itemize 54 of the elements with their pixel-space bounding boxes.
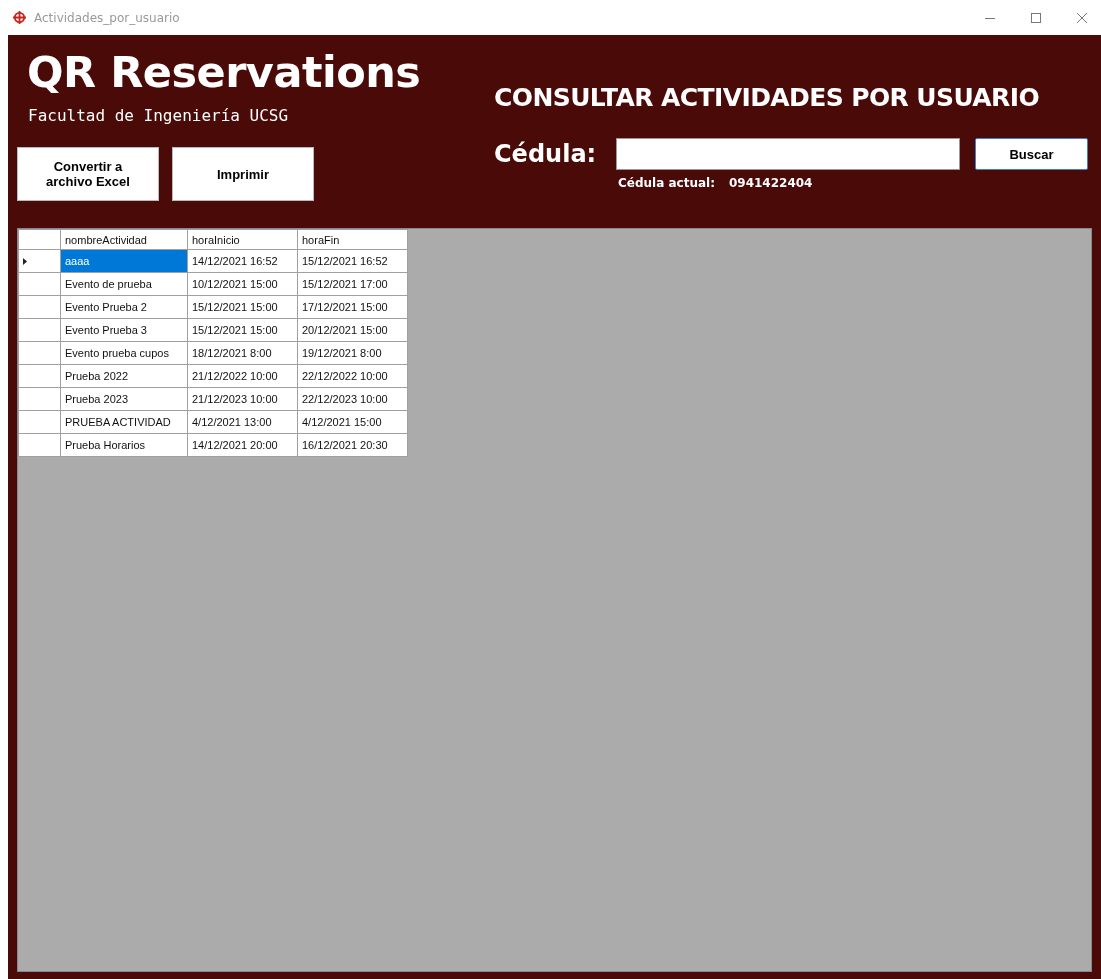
row-header[interactable]: [18, 249, 61, 273]
search-button[interactable]: Buscar: [975, 138, 1088, 170]
table-cell[interactable]: 14/12/2021 20:00: [187, 433, 298, 457]
column-header[interactable]: horaInicio: [187, 229, 298, 250]
table-cell[interactable]: 14/12/2021 16:52: [187, 249, 298, 273]
row-header[interactable]: [18, 433, 61, 457]
column-header[interactable]: horaFin: [297, 229, 408, 250]
table-cell[interactable]: 21/12/2023 10:00: [187, 387, 298, 411]
table-cell[interactable]: 16/12/2021 20:30: [297, 433, 408, 457]
table-cell[interactable]: Evento Prueba 2: [60, 295, 188, 319]
table-cell[interactable]: 18/12/2021 8:00: [187, 341, 298, 365]
table-cell[interactable]: 17/12/2021 15:00: [297, 295, 408, 319]
column-header[interactable]: nombreActividad: [60, 229, 188, 250]
table-cell[interactable]: 15/12/2021 15:00: [187, 318, 298, 342]
table-cell[interactable]: 20/12/2021 15:00: [297, 318, 408, 342]
app-icon: [13, 11, 26, 24]
current-row-icon: [23, 258, 27, 265]
row-header[interactable]: [18, 410, 61, 434]
table-cell[interactable]: Evento de prueba: [60, 272, 188, 296]
table-cell[interactable]: Evento Prueba 3: [60, 318, 188, 342]
table-cell[interactable]: Prueba 2022: [60, 364, 188, 388]
table-cell[interactable]: Prueba 2023: [60, 387, 188, 411]
table-cell[interactable]: 22/12/2022 10:00: [297, 364, 408, 388]
table-cell[interactable]: 4/12/2021 13:00: [187, 410, 298, 434]
close-icon[interactable]: [1077, 12, 1087, 23]
table-cell[interactable]: 15/12/2021 15:00: [187, 295, 298, 319]
subtitle: Facultad de Ingeniería UCSG: [28, 106, 290, 125]
table-cell[interactable]: 19/12/2021 8:00: [297, 341, 408, 365]
action-button[interactable]: Convertir a archivo Excel: [17, 147, 159, 201]
maximize-icon[interactable]: [1031, 12, 1041, 23]
table-cell[interactable]: PRUEBA ACTIVIDAD: [60, 410, 188, 434]
table-cell[interactable]: 4/12/2021 15:00: [297, 410, 408, 434]
row-header[interactable]: [18, 364, 61, 388]
action-button[interactable]: Imprimir: [172, 147, 314, 201]
page-title: CONSULTAR ACTIVIDADES POR USUARIO: [494, 83, 1041, 112]
cedula-label: Cédula:: [494, 140, 598, 168]
table-cell[interactable]: 21/12/2022 10:00: [187, 364, 298, 388]
table-cell[interactable]: 10/12/2021 15:00: [187, 272, 298, 296]
table-cell[interactable]: Evento prueba cupos: [60, 341, 188, 365]
app-title: QR Reservations: [27, 47, 422, 97]
current-label: Cédula actual:: [618, 176, 715, 190]
row-header[interactable]: [18, 295, 61, 319]
table-cell[interactable]: 22/12/2023 10:00: [297, 387, 408, 411]
cedula-input-field[interactable]: [616, 138, 960, 170]
window-title: Actividades_por_usuario: [34, 10, 180, 25]
row-header[interactable]: [18, 318, 61, 342]
table-cell[interactable]: aaaa: [60, 249, 188, 273]
row-header[interactable]: [18, 341, 61, 365]
row-header[interactable]: [18, 387, 61, 411]
row-header[interactable]: [18, 272, 61, 296]
table-cell[interactable]: 15/12/2021 17:00: [297, 272, 408, 296]
table-cell[interactable]: Prueba Horarios: [60, 433, 188, 457]
current-value: 0941422404: [728, 176, 813, 190]
table-cell[interactable]: 15/12/2021 16:52: [297, 249, 408, 273]
